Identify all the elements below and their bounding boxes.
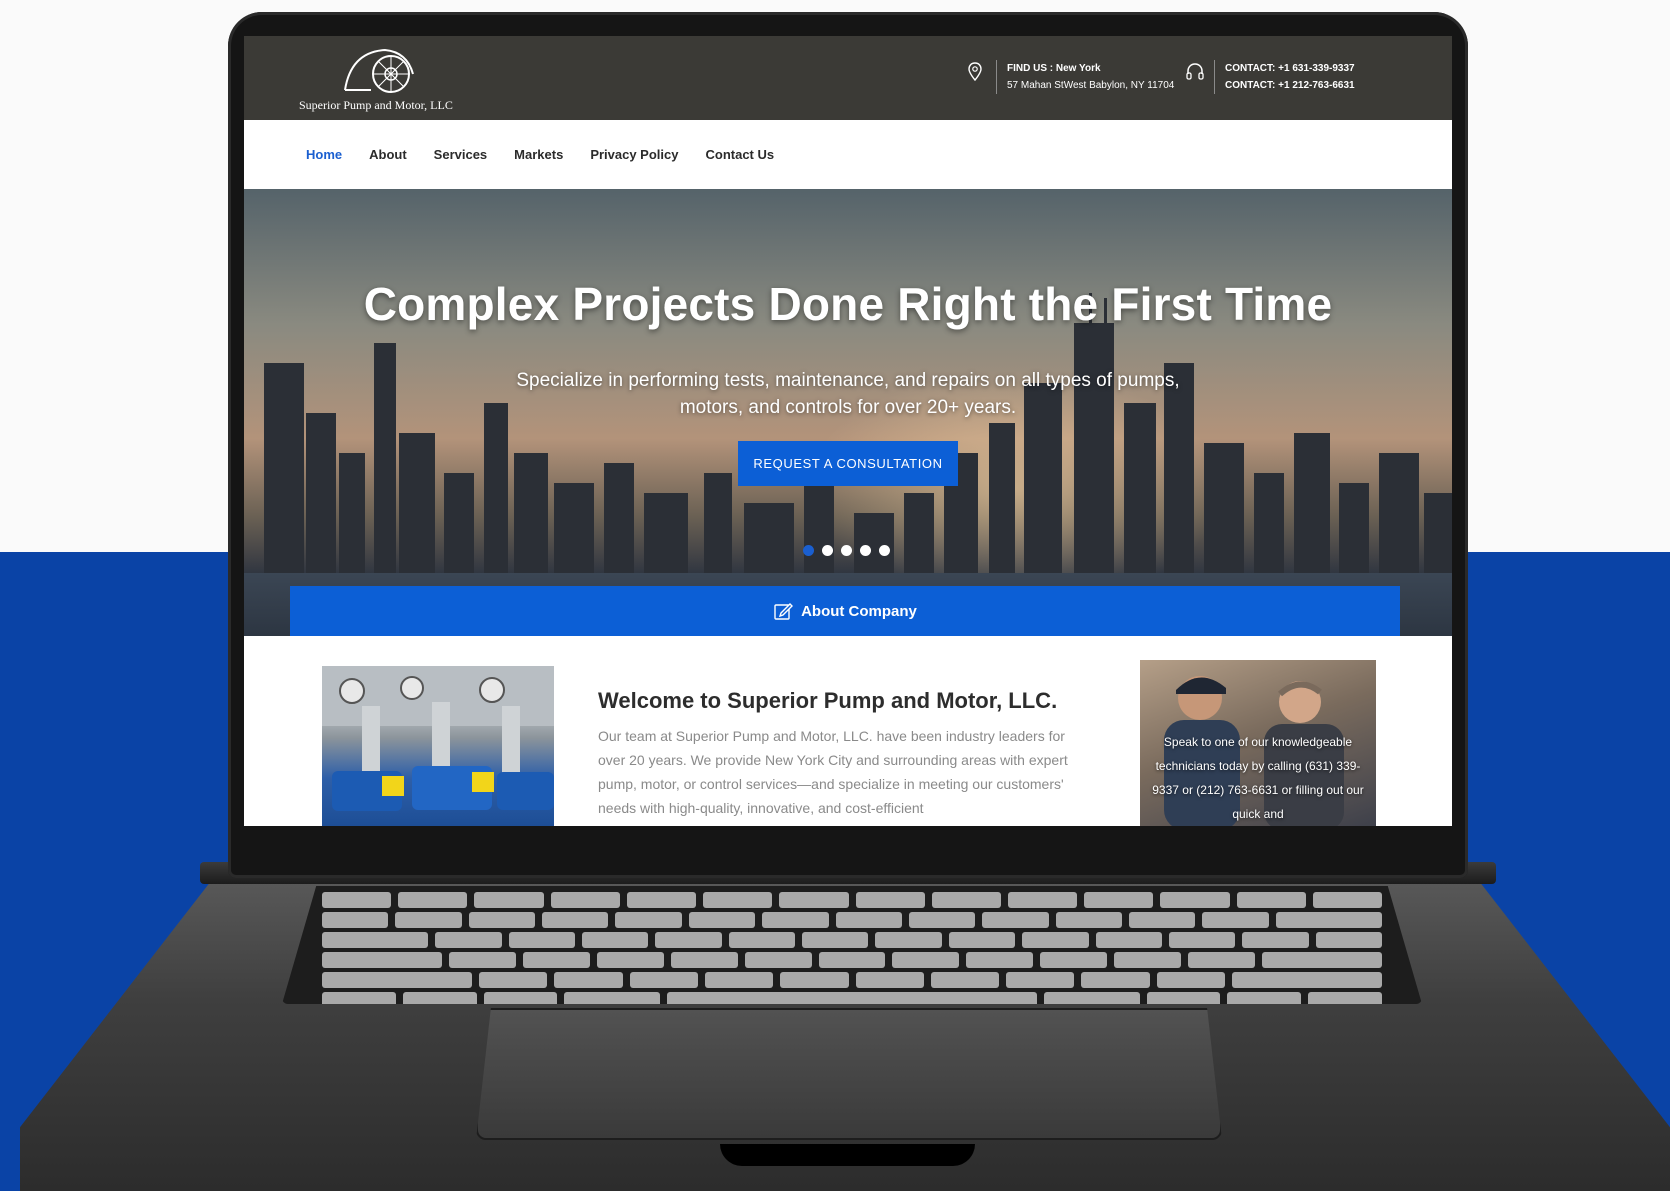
logo-text: Superior Pump and Motor, LLC (299, 98, 453, 112)
nav-item-markets[interactable]: Markets (514, 147, 563, 162)
pump-logo-icon (344, 48, 414, 93)
slider-dots (803, 545, 890, 556)
laptop-lid-notch (720, 1144, 975, 1166)
slider-dot[interactable] (803, 545, 814, 556)
nav-item-privacy-policy[interactable]: Privacy Policy (590, 147, 678, 162)
contact-phone-1[interactable]: CONTACT: +1 631-339-9337 (1225, 60, 1355, 77)
nav-item-services[interactable]: Services (434, 147, 488, 162)
laptop-keyboard (282, 886, 1422, 1004)
welcome-section: Welcome to Superior Pump and Motor, LLC.… (244, 636, 1452, 826)
site-topbar: Superior Pump and Motor, LLC FIND US : N… (244, 36, 1452, 120)
find-us-block: FIND US : New York 57 Mahan StWest Babyl… (968, 60, 1174, 94)
hero-title: Complex Projects Done Right the First Ti… (363, 278, 1333, 330)
contact-phone-2[interactable]: CONTACT: +1 212-763-6631 (1225, 77, 1355, 94)
divider (1214, 60, 1215, 94)
slider-dot[interactable] (860, 545, 871, 556)
nav-item-about[interactable]: About (369, 147, 407, 162)
about-company-label: About Company (801, 602, 917, 620)
map-pin-icon (968, 60, 986, 84)
technicians-image: Speak to one of our knowledgeable techni… (1140, 660, 1376, 826)
hero-slider: Complex Projects Done Right the First Ti… (244, 189, 1452, 643)
nav-item-home[interactable]: Home (306, 147, 342, 162)
address-text: 57 Mahan StWest Babylon, NY 11704 (1007, 80, 1175, 91)
laptop-screen: Superior Pump and Motor, LLC FIND US : N… (244, 36, 1452, 826)
slider-dot[interactable] (879, 545, 890, 556)
main-nav: Home About Services Markets Privacy Poli… (244, 120, 1452, 189)
about-company-bar[interactable]: About Company (290, 586, 1400, 636)
headset-icon (1186, 60, 1204, 84)
industrial-pumps-image (322, 666, 554, 826)
slider-dot[interactable] (841, 545, 852, 556)
welcome-title: Welcome to Superior Pump and Motor, LLC. (598, 688, 1058, 713)
request-consultation-button[interactable]: REQUEST A CONSULTATION (738, 441, 958, 486)
nav-item-contact-us[interactable]: Contact Us (705, 147, 774, 162)
edit-icon (774, 603, 794, 620)
site-logo[interactable]: Superior Pump and Motor, LLC (299, 44, 459, 113)
divider (996, 60, 997, 94)
welcome-text: Our team at Superior Pump and Motor, LLC… (598, 728, 1068, 816)
contact-block: CONTACT: +1 631-339-9337 CONTACT: +1 212… (1186, 60, 1355, 94)
slider-dot[interactable] (822, 545, 833, 556)
laptop-trackpad (476, 1008, 1222, 1140)
hero-subtitle: Specialize in performing tests, maintena… (516, 370, 1180, 418)
callout-text: Speak to one of our knowledgeable techni… (1152, 735, 1364, 821)
find-us-label: FIND US : New York (1007, 63, 1101, 74)
